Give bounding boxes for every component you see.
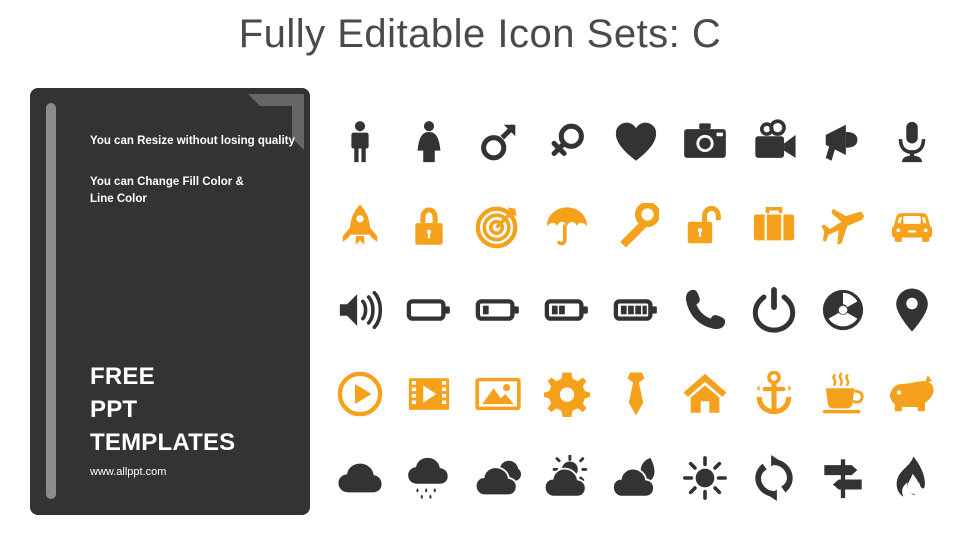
male-symbol-icon[interactable] [466, 110, 530, 174]
anchor-icon[interactable] [742, 362, 806, 426]
signpost-icon[interactable] [811, 446, 875, 510]
flame-icon[interactable] [880, 446, 944, 510]
panel-accent-bar [46, 103, 56, 499]
slide-canvas: Fully Editable Icon Sets: C You can Resi… [0, 0, 960, 540]
microphone-icon[interactable] [880, 110, 944, 174]
refresh-icon[interactable] [742, 446, 806, 510]
icon-grid [325, 100, 947, 520]
power-icon[interactable] [742, 278, 806, 342]
briefcase-icon[interactable] [742, 194, 806, 258]
clouds-icon[interactable] [466, 446, 530, 510]
radiation-icon[interactable] [811, 278, 875, 342]
film-icon[interactable] [397, 362, 461, 426]
panel-brand-title: FREE PPT TEMPLATES [90, 363, 236, 457]
panel-website-url: www.allppt.com [90, 466, 167, 478]
battery-full-icon[interactable] [604, 278, 668, 342]
key-icon[interactable] [604, 194, 668, 258]
lock-open-icon[interactable] [673, 194, 737, 258]
panel-note-fill-color: You can Change Fill Color & Line Color [90, 176, 244, 205]
image-icon[interactable] [466, 362, 530, 426]
gear-icon[interactable] [535, 362, 599, 426]
airplane-icon[interactable] [811, 194, 875, 258]
battery-low-icon[interactable] [466, 278, 530, 342]
woman-icon[interactable] [397, 110, 461, 174]
female-symbol-icon[interactable] [535, 110, 599, 174]
home-icon[interactable] [673, 362, 737, 426]
lock-closed-icon[interactable] [397, 194, 461, 258]
battery-medium-icon[interactable] [535, 278, 599, 342]
car-icon[interactable] [880, 194, 944, 258]
sun-icon[interactable] [673, 446, 737, 510]
cloud-moon-icon[interactable] [604, 446, 668, 510]
panel-note-resize: You can Resize without losing quality [90, 135, 295, 147]
pig-icon[interactable] [880, 362, 944, 426]
play-circle-icon[interactable] [328, 362, 392, 426]
rocket-icon[interactable] [328, 194, 392, 258]
battery-empty-icon[interactable] [397, 278, 461, 342]
man-icon[interactable] [328, 110, 392, 174]
location-pin-icon[interactable] [880, 278, 944, 342]
camera-icon[interactable] [673, 110, 737, 174]
speaker-volume-icon[interactable] [328, 278, 392, 342]
video-camera-icon[interactable] [742, 110, 806, 174]
coffee-cup-icon[interactable] [811, 362, 875, 426]
target-icon[interactable] [466, 194, 530, 258]
cloud-icon[interactable] [328, 446, 392, 510]
heart-icon[interactable] [604, 110, 668, 174]
phone-icon[interactable] [673, 278, 737, 342]
megaphone-icon[interactable] [811, 110, 875, 174]
cloud-sun-icon[interactable] [535, 446, 599, 510]
cloud-rain-icon[interactable] [397, 446, 461, 510]
info-panel: You can Resize without losing quality Yo… [30, 88, 310, 515]
necktie-icon[interactable] [604, 362, 668, 426]
umbrella-icon[interactable] [535, 194, 599, 258]
page-title: Fully Editable Icon Sets: C [238, 12, 722, 56]
